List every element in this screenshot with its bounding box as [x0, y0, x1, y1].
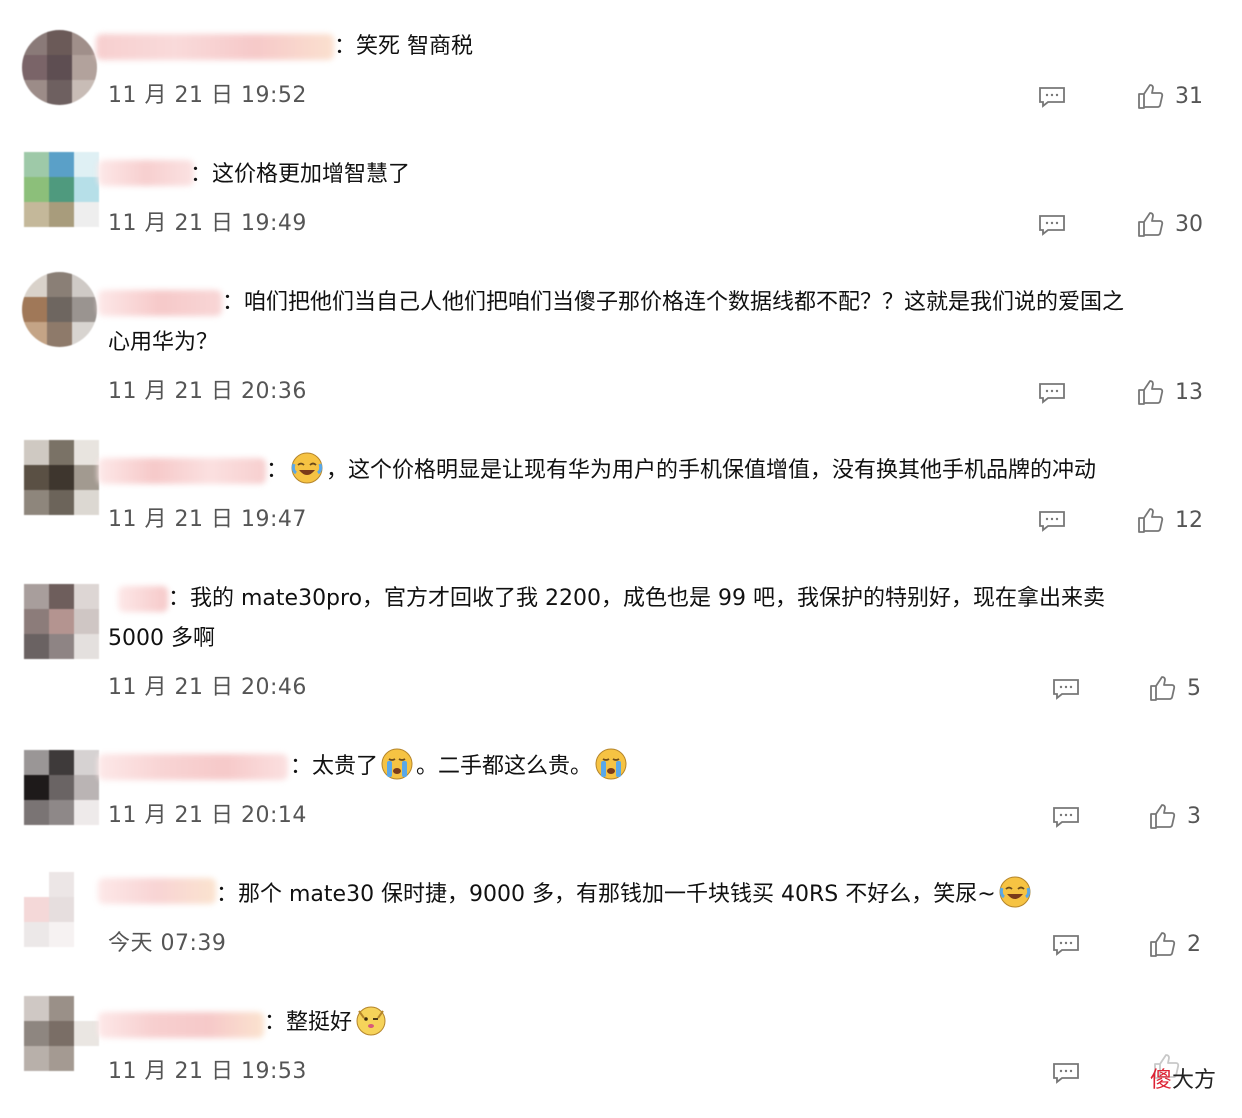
crying-emoji-icon [381, 748, 413, 780]
comment-time: 今天 07:39 [108, 931, 227, 956]
thumbs-up-icon[interactable] [1136, 506, 1164, 534]
reply-icon[interactable] [1052, 678, 1080, 700]
laughing-crying-emoji-icon [291, 452, 323, 484]
avatar[interactable] [24, 996, 99, 1071]
avatar[interactable] [24, 872, 99, 947]
thumbs-up-icon[interactable] [1136, 82, 1164, 110]
doge-emoji-icon [356, 1006, 386, 1036]
username-blurred[interactable] [96, 34, 334, 60]
avatar[interactable] [24, 440, 99, 515]
reply-icon[interactable] [1038, 86, 1066, 108]
like-count: 5 [1187, 676, 1201, 701]
reply-icon[interactable] [1038, 382, 1066, 404]
username-blurred[interactable] [98, 458, 266, 484]
comment-time: 11 月 21 日 19:47 [108, 507, 307, 532]
username-blurred[interactable] [98, 290, 222, 316]
comment-text: ：整挺好 [264, 1003, 390, 1043]
thumbs-up-icon[interactable] [1148, 802, 1176, 830]
watermark: 傻大方 [1150, 1068, 1217, 1093]
comment-time: 11 月 21 日 20:14 [108, 803, 307, 828]
comment-text-line2: 心用华为？ [108, 330, 219, 355]
laughing-crying-emoji-icon [999, 876, 1031, 908]
reply-icon[interactable] [1052, 1062, 1080, 1084]
comment-time: 11 月 21 日 19:49 [108, 211, 307, 236]
username-blurred[interactable] [98, 160, 194, 186]
comment-time: 11 月 21 日 19:52 [108, 83, 307, 108]
like-count: 30 [1175, 212, 1203, 237]
like-count: 12 [1175, 508, 1203, 533]
comment-text: ：笑死 智商税 [334, 34, 473, 59]
comment-text: ：咱们把他们当自己人他们把咱们当傻子那价格连个数据线都不配？？这就是我们说的爱国… [222, 290, 1125, 315]
like-count: 3 [1187, 804, 1201, 829]
reply-icon[interactable] [1038, 510, 1066, 532]
reply-icon[interactable] [1052, 806, 1080, 828]
comment-text: ：那个 mate30 保时捷，9000 多，有那钱加一千块钱买 40RS 不好么… [216, 875, 1034, 915]
avatar[interactable] [22, 272, 97, 347]
avatar[interactable] [24, 584, 99, 659]
username-blurred[interactable] [98, 754, 288, 780]
like-count: 13 [1175, 380, 1203, 405]
username-blurred[interactable] [118, 586, 168, 612]
crying-emoji-icon [595, 748, 627, 780]
avatar[interactable] [24, 750, 99, 825]
comment-text: ：这价格更加增智慧了 [190, 162, 411, 187]
username-blurred[interactable] [98, 1012, 264, 1038]
like-count: 31 [1175, 84, 1203, 109]
avatar[interactable] [22, 30, 97, 105]
comment-time: 11 月 21 日 19:53 [108, 1059, 307, 1084]
thumbs-up-icon[interactable] [1148, 930, 1176, 958]
comment-text: ：，这个价格明显是让现有华为用户的手机保值增值，没有换其他手机品牌的冲动 [266, 451, 1096, 491]
thumbs-up-icon[interactable] [1136, 378, 1164, 406]
comment-text-line2: 5000 多啊 [108, 626, 215, 651]
avatar[interactable] [24, 152, 99, 227]
comment-time: 11 月 21 日 20:36 [108, 379, 307, 404]
reply-icon[interactable] [1038, 214, 1066, 236]
username-blurred[interactable] [98, 878, 216, 904]
like-count: 2 [1187, 932, 1201, 957]
comment-time: 11 月 21 日 20:46 [108, 675, 307, 700]
thumbs-up-icon[interactable] [1148, 674, 1176, 702]
comment-text: ：我的 mate30pro，官方才回收了我 2200，成色也是 99 吧，我保护… [168, 586, 1106, 611]
reply-icon[interactable] [1052, 934, 1080, 956]
comment-text: ：太贵了 。二手都这么贵。 [290, 747, 630, 787]
thumbs-up-icon[interactable] [1136, 210, 1164, 238]
